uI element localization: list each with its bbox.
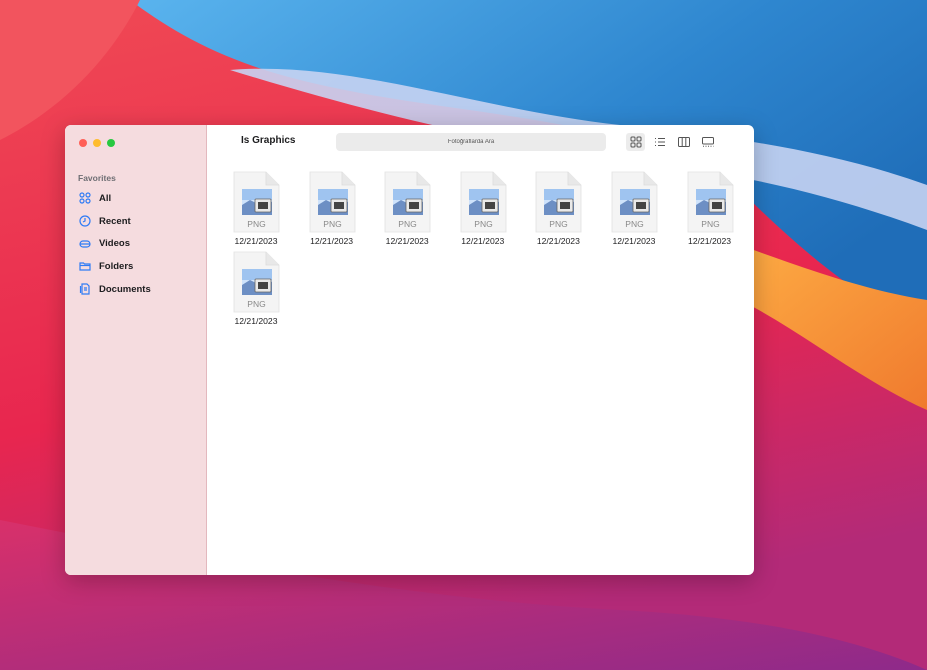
file-item[interactable]: PNG 12/21/2023 xyxy=(533,171,583,246)
png-file-icon: PNG xyxy=(687,171,733,233)
png-file-icon: PNG xyxy=(309,171,355,233)
file-date: 12/21/2023 xyxy=(536,236,580,246)
sidebar-item-label: Videos xyxy=(99,238,130,250)
file-date: 12/21/2023 xyxy=(310,236,354,246)
file-item[interactable]: PNG 12/21/2023 xyxy=(382,171,432,246)
window-title: Is Graphics xyxy=(241,135,296,146)
sidebar-item-label: Documents xyxy=(99,283,151,295)
documents-icon xyxy=(78,283,91,296)
gallery-view-icon xyxy=(701,137,714,147)
png-file-icon: PNG xyxy=(611,171,658,233)
grid-view-icon xyxy=(630,136,641,148)
file-date: 12/21/2023 xyxy=(234,316,278,326)
file-item[interactable]: PNG 12/21/2023 xyxy=(231,171,281,246)
file-type-label: PNG xyxy=(625,219,643,229)
file-item[interactable]: PNG 12/21/2023 xyxy=(458,171,508,246)
sidebar-item-folders[interactable]: Folders xyxy=(78,255,203,278)
file-date: 12/21/2023 xyxy=(688,236,732,246)
file-date: 12/21/2023 xyxy=(461,236,505,246)
png-file-icon: PNG xyxy=(460,171,507,233)
sidebar-item-recent[interactable]: Recent xyxy=(78,210,203,233)
file-item[interactable]: PNG 12/21/2023 xyxy=(609,171,659,246)
png-file-icon: PNG xyxy=(233,251,280,313)
list-view-icon xyxy=(654,138,665,146)
columns-view-button[interactable] xyxy=(674,133,693,151)
list-view-button[interactable] xyxy=(650,133,669,151)
columns-view-icon xyxy=(677,137,690,147)
window-controls xyxy=(79,139,115,147)
sidebar-item-label: All xyxy=(99,192,112,204)
file-date: 12/21/2023 xyxy=(234,236,278,246)
clock-icon xyxy=(78,215,91,228)
sidebar-nav: All Recent Videos Folders Documents xyxy=(78,187,203,300)
sidebar-item-documents[interactable]: Documents xyxy=(78,278,203,301)
sidebar-item-all[interactable]: All xyxy=(78,187,203,210)
file-date: 12/21/2023 xyxy=(385,236,429,246)
file-type-label: PNG xyxy=(398,219,416,229)
file-item[interactable]: PNG 12/21/2023 xyxy=(685,171,735,246)
sidebar-item-videos[interactable]: Videos xyxy=(78,232,203,255)
file-type-label: PNG xyxy=(323,219,341,229)
sidebar-item-label: Folders xyxy=(99,260,134,272)
folder-icon xyxy=(78,260,91,273)
png-file-icon: PNG xyxy=(384,171,431,233)
sidebar-section-title: Favorites xyxy=(78,173,116,183)
file-date: 12/21/2023 xyxy=(612,236,656,246)
file-item[interactable]: PNG 12/21/2023 xyxy=(307,171,357,246)
minimize-button[interactable] xyxy=(93,139,101,147)
png-file-icon: PNG xyxy=(535,171,582,233)
gallery-view-button[interactable] xyxy=(698,133,717,151)
videos-icon xyxy=(78,237,91,250)
grid-icon xyxy=(78,192,91,205)
file-item[interactable]: PNG 12/21/2023 xyxy=(231,251,281,326)
sidebar-item-label: Recent xyxy=(99,215,131,227)
search-input[interactable] xyxy=(336,133,606,151)
view-mode-switcher xyxy=(626,133,717,151)
file-type-label: PNG xyxy=(247,299,265,309)
png-file-icon: PNG xyxy=(233,171,280,233)
grid-view-button[interactable] xyxy=(626,133,645,151)
app-window: Favorites All Recent Videos Folders Docu… xyxy=(65,125,754,575)
close-button[interactable] xyxy=(79,139,87,147)
file-grid: PNG 12/21/2023 PNG 12/21/2023 PNG 12/21/… xyxy=(231,171,741,326)
file-type-label: PNG xyxy=(550,219,568,229)
file-type-label: PNG xyxy=(247,219,265,229)
sidebar: Favorites All Recent Videos Folders Docu… xyxy=(65,125,207,575)
zoom-button[interactable] xyxy=(107,139,115,147)
file-type-label: PNG xyxy=(701,219,719,229)
file-type-label: PNG xyxy=(474,219,492,229)
